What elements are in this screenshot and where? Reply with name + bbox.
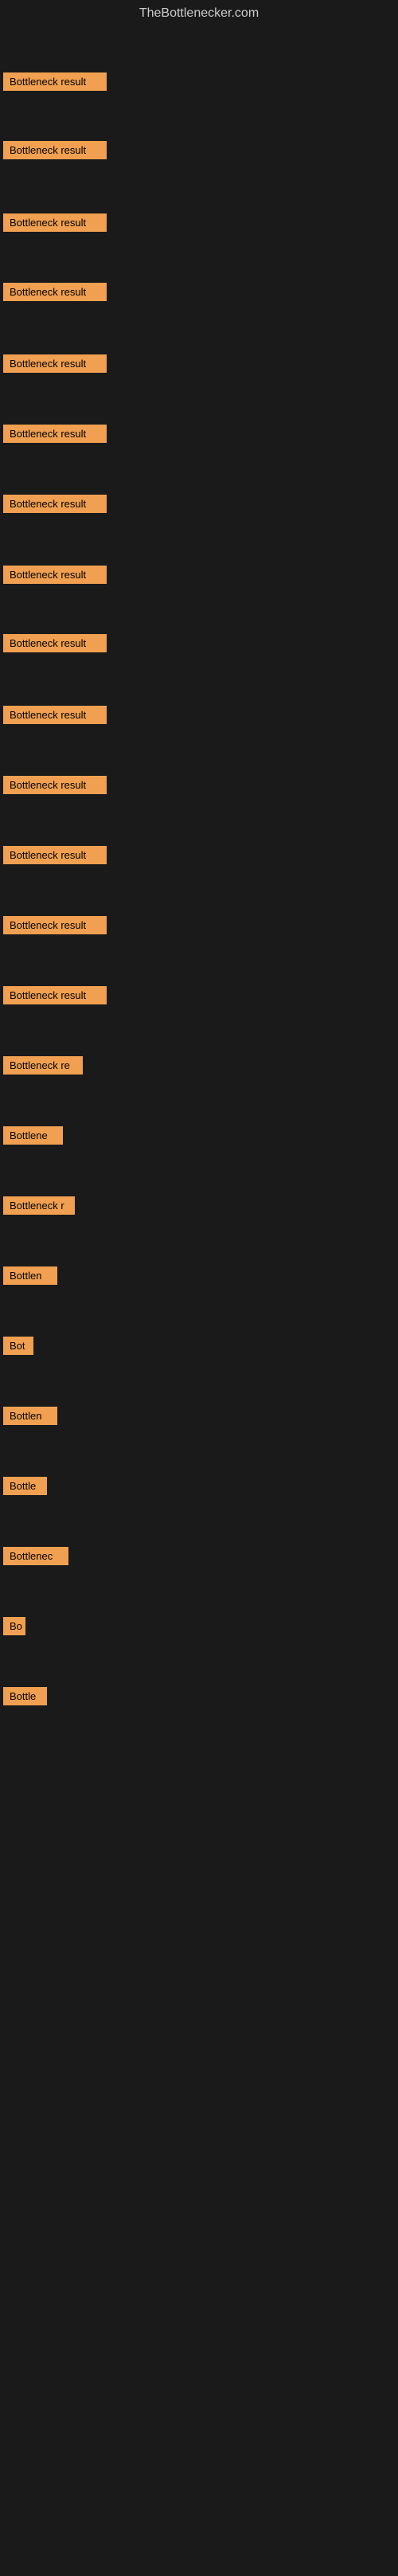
result-row-4[interactable]: Bottleneck result [3, 283, 107, 305]
bottleneck-badge-10[interactable]: Bottleneck result [3, 706, 107, 724]
result-row-12[interactable]: Bottleneck result [3, 846, 107, 868]
result-row-16[interactable]: Bottlene [3, 1126, 63, 1149]
bottleneck-badge-7[interactable]: Bottleneck result [3, 495, 107, 513]
bottleneck-badge-9[interactable]: Bottleneck result [3, 634, 107, 652]
result-row-18[interactable]: Bottlen [3, 1266, 57, 1289]
result-row-13[interactable]: Bottleneck result [3, 916, 107, 938]
result-row-2[interactable]: Bottleneck result [3, 141, 107, 163]
bottleneck-badge-17[interactable]: Bottleneck r [3, 1196, 75, 1215]
bottleneck-badge-5[interactable]: Bottleneck result [3, 354, 107, 373]
result-row-7[interactable]: Bottleneck result [3, 495, 107, 517]
result-row-20[interactable]: Bottlen [3, 1407, 57, 1429]
bottleneck-badge-13[interactable]: Bottleneck result [3, 916, 107, 934]
result-row-23[interactable]: Bo [3, 1617, 25, 1639]
result-row-9[interactable]: Bottleneck result [3, 634, 107, 656]
bottleneck-badge-1[interactable]: Bottleneck result [3, 72, 107, 91]
result-row-24[interactable]: Bottle [3, 1687, 47, 1709]
bottleneck-badge-16[interactable]: Bottlene [3, 1126, 63, 1145]
bottleneck-badge-2[interactable]: Bottleneck result [3, 141, 107, 159]
bottleneck-badge-18[interactable]: Bottlen [3, 1266, 57, 1285]
result-row-19[interactable]: Bot [3, 1337, 33, 1359]
result-row-11[interactable]: Bottleneck result [3, 776, 107, 798]
bottleneck-badge-24[interactable]: Bottle [3, 1687, 47, 1705]
results-container: Bottleneck result Bottleneck result Bottle… [0, 27, 398, 2576]
result-row-14[interactable]: Bottleneck result [3, 986, 107, 1008]
bottleneck-badge-19[interactable]: Bot [3, 1337, 33, 1355]
bottleneck-badge-21[interactable]: Bottle [3, 1477, 47, 1495]
result-row-10[interactable]: Bottleneck result [3, 706, 107, 728]
site-title: TheBottlenecker.com [0, 0, 398, 27]
result-row-5[interactable]: Bottleneck result [3, 354, 107, 377]
bottleneck-badge-8[interactable]: Bottleneck result [3, 566, 107, 584]
result-row-3[interactable]: Bottleneck result [3, 213, 107, 236]
result-row-15[interactable]: Bottleneck re [3, 1056, 83, 1079]
bottleneck-badge-14[interactable]: Bottleneck result [3, 986, 107, 1004]
result-row-17[interactable]: Bottleneck r [3, 1196, 75, 1219]
bottleneck-badge-11[interactable]: Bottleneck result [3, 776, 107, 794]
result-row-8[interactable]: Bottleneck result [3, 566, 107, 588]
result-row-6[interactable]: Bottleneck result [3, 425, 107, 447]
bottleneck-badge-6[interactable]: Bottleneck result [3, 425, 107, 443]
bottleneck-badge-23[interactable]: Bo [3, 1617, 25, 1635]
bottleneck-badge-3[interactable]: Bottleneck result [3, 213, 107, 232]
bottleneck-badge-4[interactable]: Bottleneck result [3, 283, 107, 301]
bottleneck-badge-20[interactable]: Bottlen [3, 1407, 57, 1425]
result-row-21[interactable]: Bottle [3, 1477, 47, 1499]
result-row-22[interactable]: Bottlenec [3, 1547, 68, 1569]
bottleneck-badge-12[interactable]: Bottleneck result [3, 846, 107, 864]
bottleneck-badge-15[interactable]: Bottleneck re [3, 1056, 83, 1075]
bottleneck-badge-22[interactable]: Bottlenec [3, 1547, 68, 1565]
result-row-1[interactable]: Bottleneck result [3, 72, 107, 95]
